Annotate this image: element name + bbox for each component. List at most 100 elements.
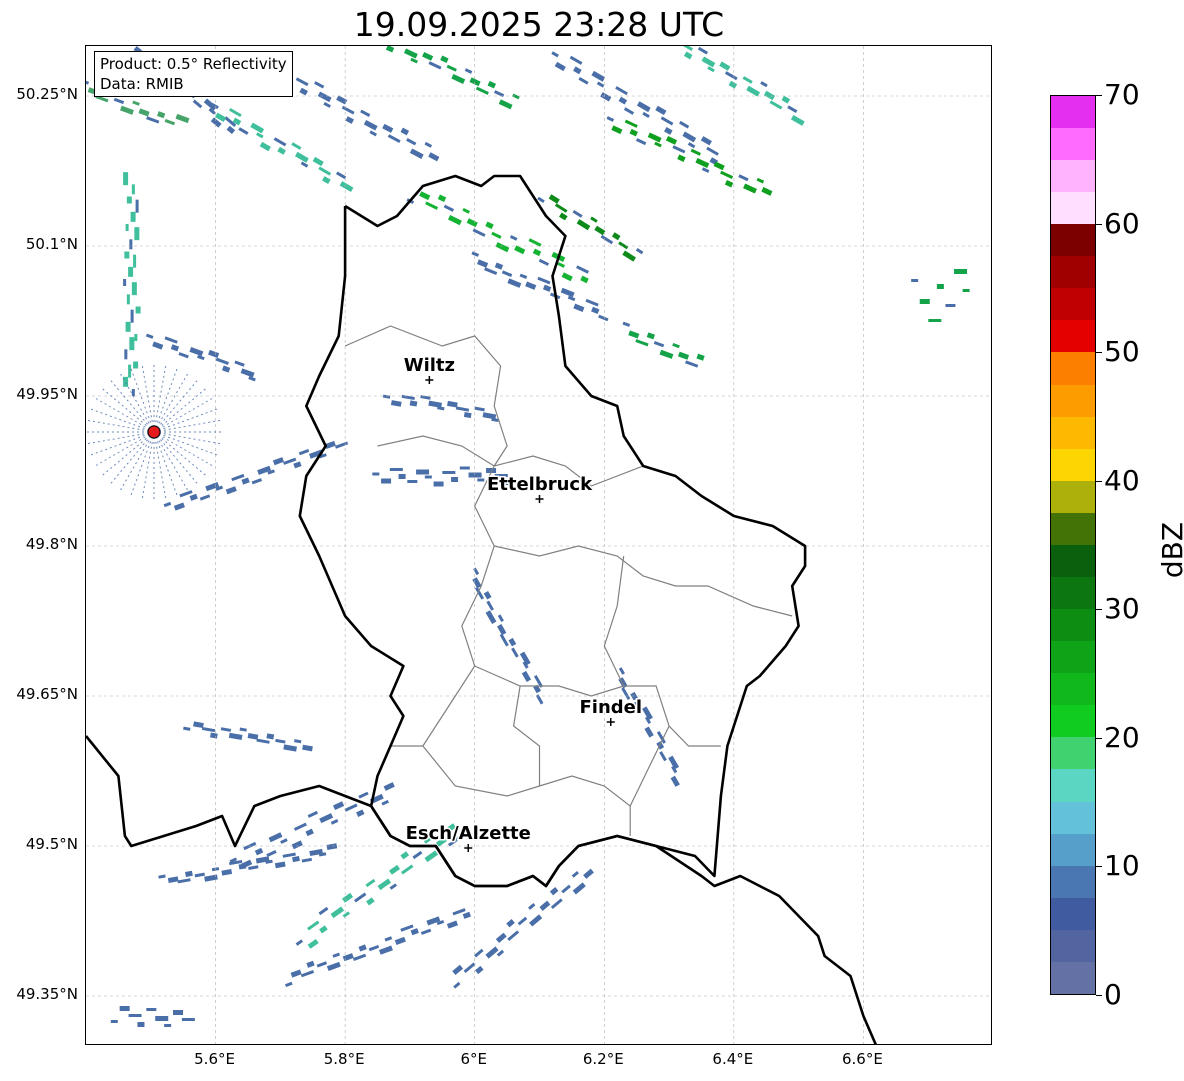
echo-mark bbox=[561, 884, 571, 894]
colorbar-segment bbox=[1051, 737, 1095, 770]
echo-mark bbox=[618, 96, 628, 105]
echo-mark bbox=[497, 624, 507, 636]
echo-mark bbox=[283, 744, 297, 752]
echo-mark bbox=[422, 52, 434, 61]
echo-mark bbox=[134, 334, 138, 341]
echo-mark bbox=[512, 93, 520, 100]
echo-mark bbox=[528, 238, 542, 247]
echo-mark bbox=[164, 336, 178, 344]
echo-cluster bbox=[123, 172, 141, 396]
echo-mark bbox=[720, 170, 734, 179]
city-findel[interactable]: Findel bbox=[578, 696, 644, 726]
echo-mark bbox=[508, 637, 517, 647]
echo-mark bbox=[368, 944, 380, 952]
echo-mark bbox=[501, 270, 513, 277]
echo-mark bbox=[576, 265, 590, 274]
echo-mark bbox=[485, 221, 494, 230]
echo-mark bbox=[277, 146, 286, 155]
colorbar-segment bbox=[1051, 673, 1095, 706]
echo-mark bbox=[496, 949, 505, 957]
city-label: Findel bbox=[579, 697, 642, 718]
echo-mark bbox=[181, 1018, 195, 1021]
echo-mark bbox=[326, 843, 338, 850]
echo-mark bbox=[594, 225, 606, 236]
echo-mark bbox=[383, 782, 395, 791]
echo-mark bbox=[215, 357, 229, 365]
echo-mark bbox=[323, 101, 331, 108]
echo-mark bbox=[319, 813, 334, 824]
map-panel[interactable]: Wiltz Ettelbruck Findel Esch/Alzette bbox=[85, 45, 992, 1045]
echo-mark bbox=[687, 142, 696, 149]
echo-mark bbox=[696, 353, 705, 361]
echo-mark bbox=[507, 930, 520, 942]
colorbar-segment bbox=[1051, 897, 1095, 930]
canton-boundary bbox=[629, 725, 670, 807]
echo-mark bbox=[389, 883, 398, 890]
echo-mark bbox=[672, 145, 686, 154]
echo-mark bbox=[194, 872, 205, 878]
echo-mark bbox=[124, 251, 130, 259]
colorbar-tick-label: 70 bbox=[1104, 78, 1140, 111]
colorbar-segment bbox=[1051, 865, 1095, 898]
echo-mark bbox=[474, 948, 484, 958]
echo-mark bbox=[266, 850, 277, 857]
echo-mark bbox=[679, 120, 690, 129]
echo-mark bbox=[131, 184, 135, 195]
echo-mark bbox=[316, 961, 328, 968]
echo-cluster bbox=[158, 843, 338, 884]
echo-mark bbox=[226, 125, 236, 135]
lat-tick-label: 49.8°N bbox=[25, 535, 78, 553]
echo-mark bbox=[335, 171, 347, 180]
echo-mark bbox=[596, 81, 605, 88]
colorbar-tick-mark bbox=[1096, 223, 1102, 225]
lon-tick-label: 5.6°E bbox=[194, 1050, 235, 1068]
city-ettelbruck[interactable]: Ettelbruck bbox=[485, 473, 595, 503]
echo-mark bbox=[134, 227, 140, 241]
colorbar-segment bbox=[1051, 705, 1095, 738]
info-box: Product: 0.5° Reflectivity Data: RMIB bbox=[94, 51, 293, 97]
colorbar-segment bbox=[1051, 352, 1095, 385]
echo-mark bbox=[381, 799, 389, 806]
echo-mark bbox=[400, 127, 410, 136]
echo-mark bbox=[358, 944, 367, 952]
echo-mark bbox=[366, 897, 375, 906]
echo-mark bbox=[487, 80, 497, 89]
city-wiltz[interactable]: Wiltz bbox=[402, 354, 457, 384]
echo-mark bbox=[307, 938, 319, 949]
echo-mark bbox=[475, 86, 489, 95]
echo-mark bbox=[113, 97, 125, 105]
echo-mark bbox=[477, 259, 489, 268]
radar-map[interactable]: Wiltz Ettelbruck Findel Esch/Alzette bbox=[86, 46, 992, 1045]
city-esch-alzette[interactable]: Esch/Alzette bbox=[404, 822, 532, 852]
echo-mark bbox=[137, 1022, 145, 1027]
echo-mark bbox=[299, 87, 308, 96]
echo-mark bbox=[250, 122, 265, 134]
echo-mark bbox=[110, 1020, 118, 1023]
echo-mark bbox=[189, 347, 204, 357]
colorbar-tick-label: 10 bbox=[1104, 849, 1140, 883]
echo-mark bbox=[550, 898, 563, 909]
echo-mark bbox=[447, 215, 462, 226]
echo-mark bbox=[507, 278, 522, 288]
lat-tick-label: 49.35°N bbox=[16, 985, 78, 1003]
echo-mark bbox=[240, 368, 255, 378]
echo-mark bbox=[416, 469, 430, 475]
info-product: Product: 0.5° Reflectivity bbox=[100, 55, 287, 73]
echo-mark bbox=[557, 262, 565, 268]
echo-mark bbox=[126, 196, 132, 204]
echo-mark bbox=[655, 105, 667, 116]
echo-mark bbox=[295, 77, 309, 87]
echo-cluster bbox=[211, 102, 354, 192]
echo-mark bbox=[238, 127, 249, 135]
echo-mark bbox=[419, 191, 431, 201]
radar-site-marker[interactable] bbox=[147, 425, 161, 439]
colorbar-segment bbox=[1051, 929, 1095, 962]
colorbar-tick-label: 40 bbox=[1104, 463, 1140, 497]
lat-tick-label: 50.1°N bbox=[25, 235, 78, 253]
echo-mark bbox=[363, 120, 378, 131]
echo-mark bbox=[571, 871, 579, 878]
echo-mark bbox=[498, 99, 513, 110]
echo-mark bbox=[511, 647, 519, 658]
echo-mark bbox=[769, 100, 783, 110]
echo-mark bbox=[756, 177, 765, 184]
